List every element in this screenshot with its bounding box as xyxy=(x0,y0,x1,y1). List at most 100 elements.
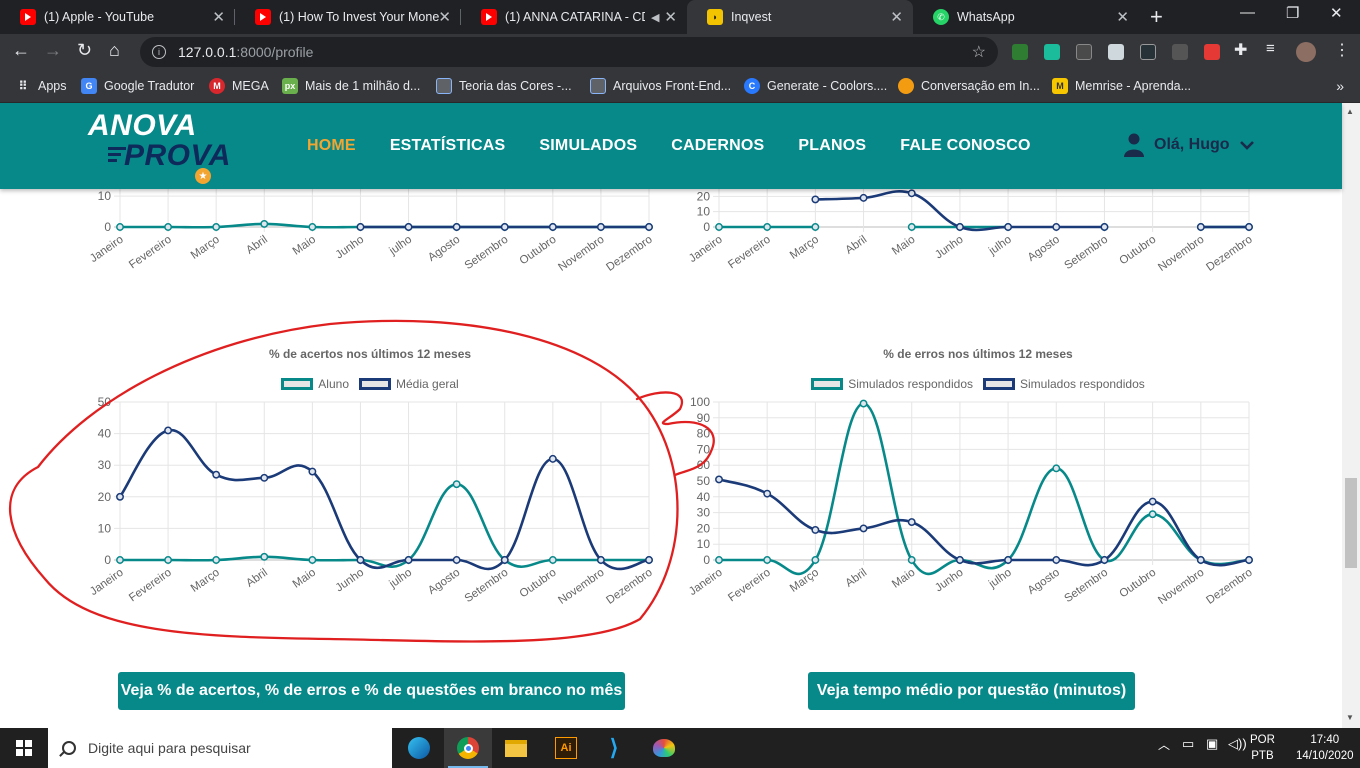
data-point[interactable] xyxy=(356,223,365,231)
bookmark-teoria-das-cores[interactable]: Teoria das Cores -... xyxy=(436,78,572,94)
data-point[interactable] xyxy=(811,556,820,564)
monthly-stats-button[interactable]: Veja % de acertos, % de erros e % de que… xyxy=(118,672,625,710)
extension-icon[interactable] xyxy=(1172,44,1188,60)
restore-icon[interactable]: ❐ xyxy=(1286,4,1299,22)
data-point[interactable] xyxy=(907,189,916,198)
paint-icon[interactable] xyxy=(640,728,688,768)
data-point[interactable] xyxy=(1004,556,1013,564)
nav-home[interactable]: HOME xyxy=(307,137,356,155)
data-point[interactable] xyxy=(260,473,269,482)
nav-cadernos[interactable]: CADERNOS xyxy=(671,137,764,155)
nav-simulados[interactable]: SIMULADOS xyxy=(539,137,637,155)
anovaprova-logo[interactable]: ANOVA PROVA ★ xyxy=(88,109,238,185)
data-point[interactable] xyxy=(164,223,173,231)
data-point[interactable] xyxy=(308,223,317,231)
extension-icon[interactable] xyxy=(1140,44,1156,60)
chrome-icon[interactable] xyxy=(444,728,492,768)
close-icon[interactable]: ✕ xyxy=(212,8,225,26)
extension-icon[interactable] xyxy=(1012,44,1028,60)
network-icon[interactable]: ▭ xyxy=(1182,736,1194,752)
extension-icon[interactable] xyxy=(1108,44,1124,60)
close-icon[interactable]: ✕ xyxy=(664,8,677,26)
data-point[interactable] xyxy=(212,223,221,231)
data-point[interactable] xyxy=(452,556,461,564)
browser-tab-1[interactable]: (1) Apple - YouTube ✕ xyxy=(0,0,235,34)
user-menu[interactable]: Olá, Hugo xyxy=(1124,133,1254,157)
back-icon[interactable]: ← xyxy=(12,40,30,61)
data-point[interactable] xyxy=(645,556,653,564)
site-info-icon[interactable]: i xyxy=(152,45,166,59)
data-point[interactable] xyxy=(907,518,916,527)
data-point[interactable] xyxy=(404,556,413,564)
bookmark-star-icon[interactable]: ☆ xyxy=(972,42,986,62)
data-point[interactable] xyxy=(763,489,772,498)
close-icon[interactable]: ✕ xyxy=(438,8,451,26)
data-point[interactable] xyxy=(548,454,557,463)
data-point[interactable] xyxy=(452,223,461,231)
data-point[interactable] xyxy=(859,399,868,408)
data-point[interactable] xyxy=(452,480,461,489)
data-point[interactable] xyxy=(404,223,413,231)
nav-fale-conosco[interactable]: FALE CONOSCO xyxy=(900,137,1030,155)
data-point[interactable] xyxy=(260,552,269,561)
data-point[interactable] xyxy=(1148,497,1157,506)
data-point[interactable] xyxy=(596,556,605,564)
profile-avatar-icon[interactable] xyxy=(1296,42,1316,62)
data-point[interactable] xyxy=(715,556,723,564)
data-point[interactable] xyxy=(308,467,317,476)
data-point[interactable] xyxy=(1004,223,1013,231)
data-point[interactable] xyxy=(212,470,221,479)
media-control-icon[interactable]: ≡ xyxy=(1266,40,1275,57)
home-icon[interactable]: ⌂ xyxy=(109,40,120,61)
nav-planos[interactable]: PLANOS xyxy=(798,137,866,155)
data-point[interactable] xyxy=(811,223,820,231)
tray-chevron-up-icon[interactable]: ︿ xyxy=(1158,736,1170,753)
data-point[interactable] xyxy=(763,556,772,564)
scroll-up-icon[interactable]: ▲ xyxy=(1346,107,1354,116)
data-point[interactable] xyxy=(116,556,124,564)
volume-icon[interactable]: ◁)) xyxy=(1228,736,1247,752)
language-indicator[interactable]: POR PTB xyxy=(1250,732,1275,764)
extension-icon[interactable] xyxy=(1044,44,1060,60)
data-point[interactable] xyxy=(212,556,221,564)
bookmark-px[interactable]: px Mais de 1 milhão d... xyxy=(282,78,420,94)
data-point[interactable] xyxy=(859,193,868,202)
reload-icon[interactable]: ↻ xyxy=(77,40,92,61)
scrollbar-thumb[interactable] xyxy=(1345,478,1357,568)
data-point[interactable] xyxy=(811,195,820,204)
extension-icon[interactable] xyxy=(1076,44,1092,60)
extension-icon[interactable] xyxy=(1204,44,1220,60)
bookmark-apps[interactable]: ⠿ Apps xyxy=(15,78,67,94)
data-point[interactable] xyxy=(260,219,269,228)
data-point[interactable] xyxy=(955,556,964,564)
data-point[interactable] xyxy=(116,492,124,501)
scroll-down-icon[interactable]: ▼ xyxy=(1346,713,1354,722)
data-point[interactable] xyxy=(1100,223,1109,231)
taskbar-search[interactable]: Digite aqui para pesquisar xyxy=(48,728,392,768)
bookmark-arquivos-front-end[interactable]: Arquivos Front-End... xyxy=(590,78,731,94)
bookmark-conversacao[interactable]: Conversação em In... xyxy=(898,78,1040,94)
data-point[interactable] xyxy=(715,475,723,484)
data-point[interactable] xyxy=(164,556,173,564)
data-point[interactable] xyxy=(1245,223,1253,231)
bookmark-memrise[interactable]: M Memrise - Aprenda... xyxy=(1052,78,1191,94)
new-tab-icon[interactable]: + xyxy=(1150,4,1163,30)
data-point[interactable] xyxy=(859,524,868,533)
data-point[interactable] xyxy=(1245,556,1253,564)
browser-tab-5[interactable]: ✆ WhatsApp ✕ xyxy=(913,0,1139,34)
illustrator-icon[interactable]: Ai xyxy=(542,728,590,768)
file-explorer-icon[interactable] xyxy=(492,728,540,768)
browser-tab-2[interactable]: (1) How To Invest Your Money ✕ xyxy=(235,0,461,34)
data-point[interactable] xyxy=(811,526,820,534)
data-point[interactable] xyxy=(763,223,772,231)
minimize-icon[interactable]: — xyxy=(1240,4,1255,21)
extensions-puzzle-icon[interactable]: ✚ xyxy=(1234,40,1247,60)
data-point[interactable] xyxy=(907,556,916,564)
data-point[interactable] xyxy=(1196,556,1205,564)
data-point[interactable] xyxy=(1148,510,1157,519)
bookmark-google-tradutor[interactable]: G Google Tradutor xyxy=(81,78,194,94)
browser-menu-icon[interactable]: ⋮ xyxy=(1334,40,1350,60)
speaker-muted-icon[interactable]: ◀︎ xyxy=(651,11,659,24)
data-point[interactable] xyxy=(500,556,509,564)
data-point[interactable] xyxy=(356,556,365,564)
